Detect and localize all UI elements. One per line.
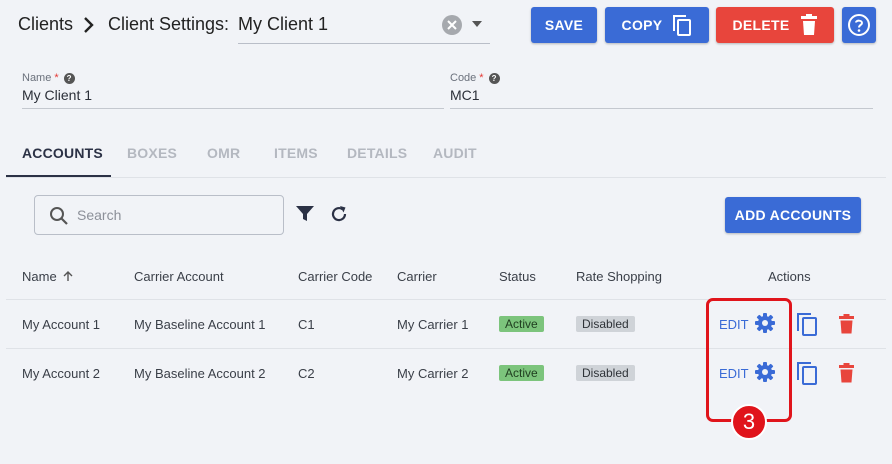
rate-shopping-badge: Disabled bbox=[576, 365, 635, 381]
tab-audit[interactable]: AUDIT bbox=[433, 145, 477, 161]
required-marker: * bbox=[479, 72, 484, 84]
column-header-actions: Actions bbox=[768, 269, 811, 284]
column-header-carrier-account: Carrier Account bbox=[134, 269, 224, 284]
clear-icon[interactable] bbox=[442, 15, 462, 35]
cell-carrier-code: C2 bbox=[298, 366, 315, 381]
status-badge: Active bbox=[499, 365, 544, 381]
cell-name: My Account 1 bbox=[22, 317, 101, 332]
cell-carrier-account: My Baseline Account 2 bbox=[134, 366, 266, 381]
column-header-name-label: Name bbox=[22, 269, 57, 284]
column-header-carrier-code: Carrier Code bbox=[298, 269, 373, 284]
code-field[interactable]: Code * ? MC1 bbox=[450, 72, 873, 109]
tab-bar: ACCOUNTS BOXES OMR ITEMS DETAILS AUDIT bbox=[6, 132, 886, 178]
code-field-value: MC1 bbox=[450, 87, 480, 103]
step-badge: 3 bbox=[731, 404, 767, 440]
tab-items[interactable]: ITEMS bbox=[274, 145, 318, 161]
add-accounts-label: ADD ACCOUNTS bbox=[734, 207, 852, 223]
top-bar: Clients Client Settings: My Client 1 SAV… bbox=[0, 0, 892, 52]
copy-button[interactable]: COPY bbox=[605, 7, 709, 43]
copy-icon bbox=[673, 15, 692, 36]
tab-boxes[interactable]: BOXES bbox=[127, 145, 177, 161]
code-field-label: Code * ? bbox=[450, 72, 500, 84]
client-select-value: My Client 1 bbox=[238, 14, 329, 34]
cell-carrier: My Carrier 1 bbox=[397, 317, 469, 332]
required-marker: * bbox=[54, 72, 59, 84]
column-header-rate-shopping: Rate Shopping bbox=[576, 269, 663, 284]
rate-shopping-badge: Disabled bbox=[576, 316, 635, 332]
search-input[interactable]: Search bbox=[34, 195, 284, 235]
cell-carrier: My Carrier 2 bbox=[397, 366, 469, 381]
add-accounts-button[interactable]: ADD ACCOUNTS bbox=[725, 197, 861, 233]
refresh-icon[interactable] bbox=[330, 205, 348, 223]
tab-accounts[interactable]: ACCOUNTS bbox=[22, 145, 103, 161]
trash-icon bbox=[800, 14, 817, 35]
help-icon bbox=[848, 14, 870, 36]
save-button[interactable]: SAVE bbox=[531, 7, 597, 43]
breadcrumb-clients[interactable]: Clients bbox=[18, 14, 73, 35]
sort-up-icon bbox=[63, 271, 73, 281]
filter-icon[interactable] bbox=[296, 206, 314, 222]
help-icon[interactable]: ? bbox=[488, 72, 500, 84]
copy-icon[interactable] bbox=[796, 312, 818, 336]
dropdown-icon[interactable] bbox=[472, 21, 482, 27]
code-label-text: Code bbox=[450, 72, 477, 84]
search-icon bbox=[50, 207, 68, 225]
tab-details[interactable]: DETAILS bbox=[347, 145, 407, 161]
help-button[interactable] bbox=[842, 7, 876, 43]
delete-button-label: DELETE bbox=[732, 17, 790, 33]
trash-icon[interactable] bbox=[838, 314, 855, 334]
column-header-name[interactable]: Name bbox=[22, 269, 73, 284]
name-field-label: Name * ? bbox=[22, 72, 75, 84]
cell-carrier-code: C1 bbox=[298, 317, 315, 332]
breadcrumb-client-settings: Client Settings: bbox=[108, 14, 230, 34]
name-label-text: Name bbox=[22, 72, 52, 84]
cell-carrier-account: My Baseline Account 1 bbox=[134, 317, 266, 332]
column-header-status: Status bbox=[499, 269, 536, 284]
chevron-right-icon bbox=[84, 17, 94, 33]
tab-omr[interactable]: OMR bbox=[207, 145, 240, 161]
save-button-label: SAVE bbox=[544, 17, 584, 33]
trash-icon[interactable] bbox=[838, 363, 855, 383]
help-icon[interactable]: ? bbox=[63, 72, 75, 84]
name-field[interactable]: Name * ? My Client 1 bbox=[22, 72, 444, 109]
copy-icon[interactable] bbox=[796, 361, 818, 385]
client-select[interactable]: My Client 1 bbox=[238, 8, 490, 44]
status-badge: Active bbox=[499, 316, 544, 332]
name-field-value: My Client 1 bbox=[22, 87, 93, 103]
column-header-carrier: Carrier bbox=[397, 269, 437, 284]
active-tab-indicator bbox=[6, 175, 111, 177]
copy-button-label: COPY bbox=[621, 17, 663, 33]
cell-name: My Account 2 bbox=[22, 366, 101, 381]
search-placeholder: Search bbox=[77, 207, 122, 223]
delete-button[interactable]: DELETE bbox=[716, 7, 834, 43]
